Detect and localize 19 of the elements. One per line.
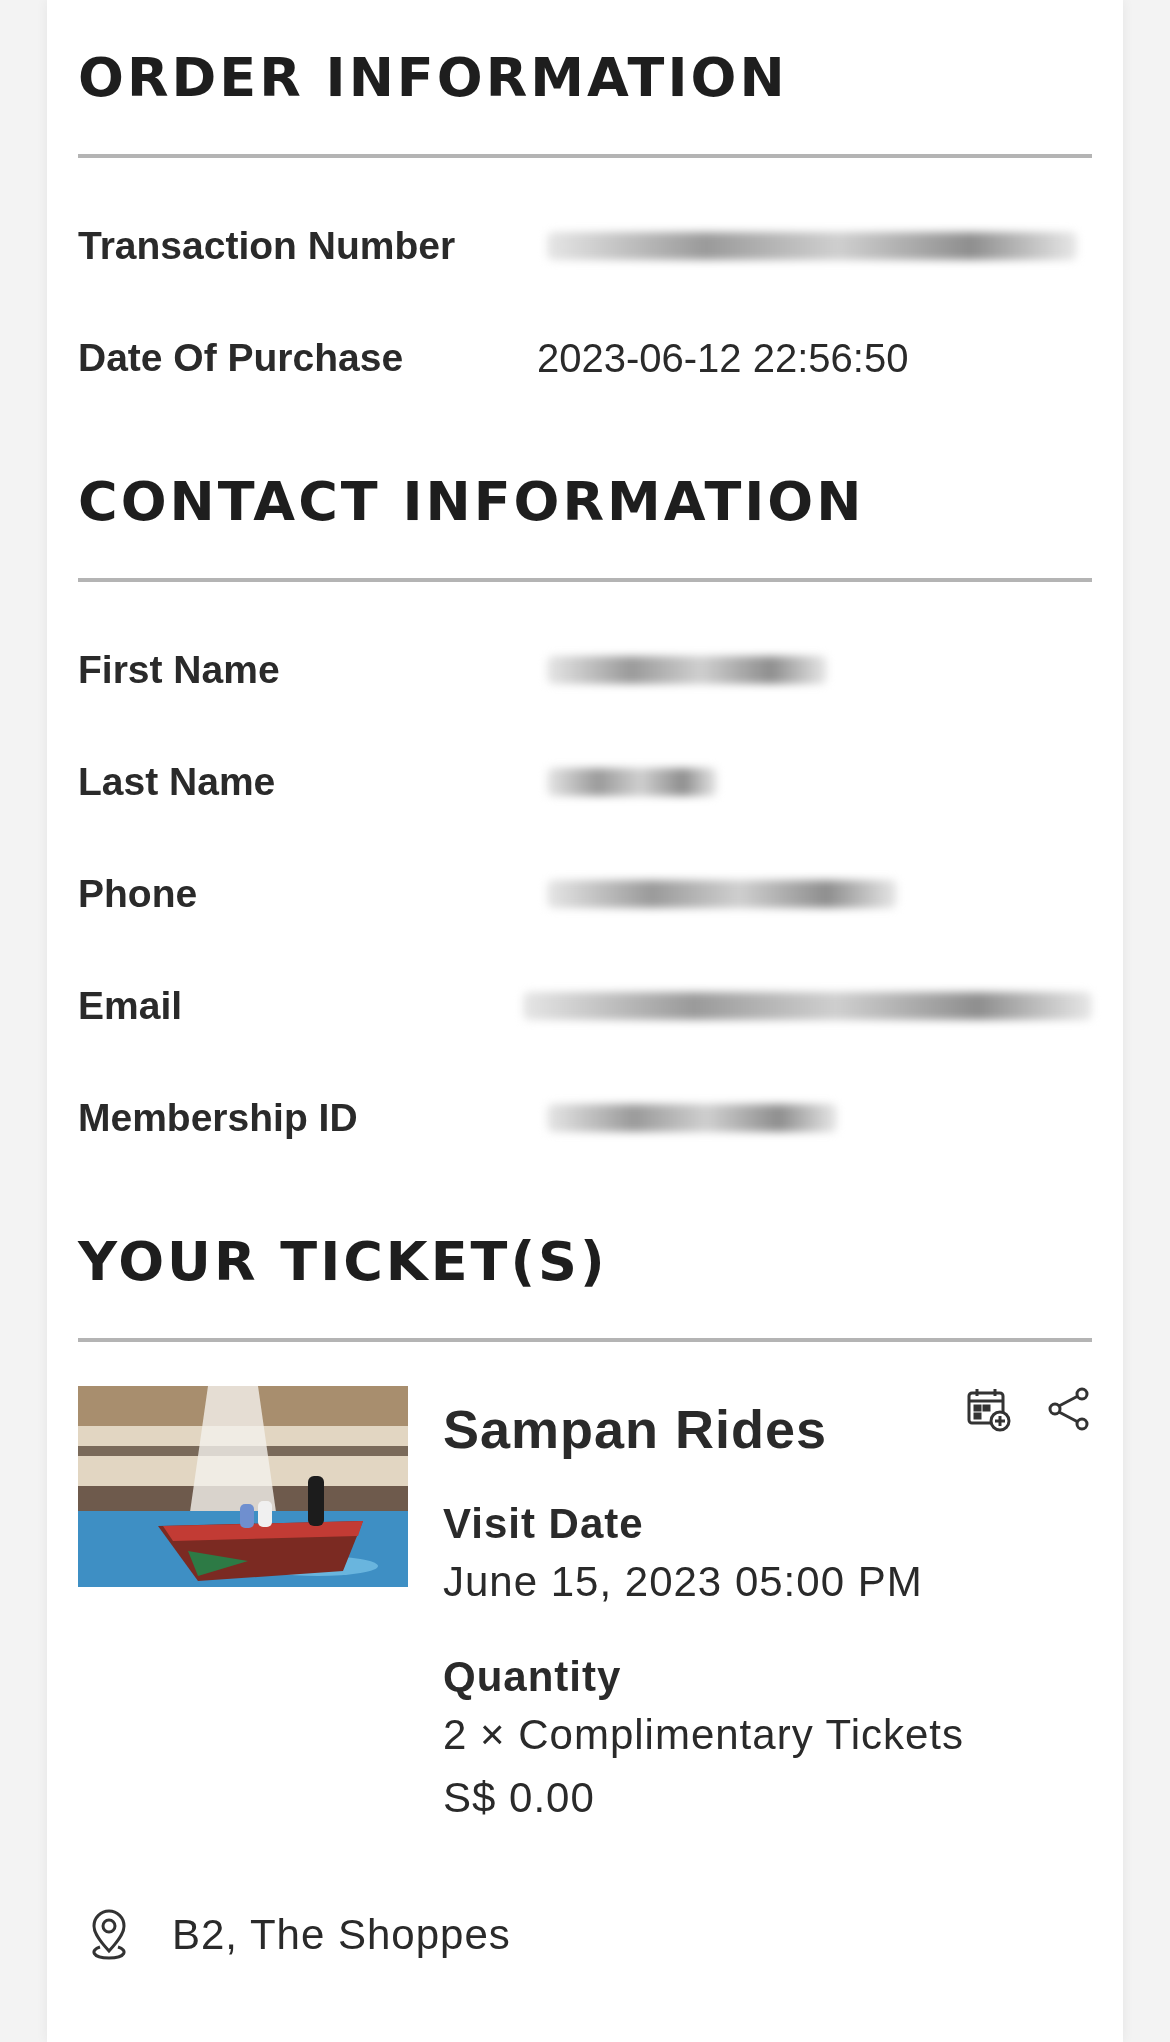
add-to-calendar-icon[interactable] bbox=[966, 1386, 1012, 1432]
field-label: Date Of Purchase bbox=[78, 336, 405, 380]
detail-value: June 15, 2023 05:00 PM bbox=[443, 1557, 924, 1607]
field-value: 2023-06-12 22:56:50 bbox=[537, 335, 909, 381]
field-label: Phone bbox=[78, 872, 199, 916]
section-heading: YOUR TICKET(S) bbox=[78, 1229, 609, 1295]
detail-value: 2 × Complimentary Tickets bbox=[443, 1710, 965, 1760]
field-label: Email bbox=[78, 984, 184, 1028]
detail-label: Quantity bbox=[443, 1652, 623, 1702]
field-label: Last Name bbox=[78, 760, 277, 804]
section-heading: ORDER INFORMATION bbox=[78, 45, 789, 111]
ticket-title: Sampan Rides bbox=[443, 1398, 828, 1460]
field-label: Membership ID bbox=[78, 1096, 359, 1140]
detail-label: Visit Date bbox=[443, 1499, 645, 1549]
field-label: Transaction Number bbox=[78, 224, 457, 268]
location-text: B2, The Shoppes bbox=[172, 1911, 511, 1959]
section-heading: CONTACT INFORMATION bbox=[78, 469, 866, 535]
detail-value: S$ 0.00 bbox=[443, 1773, 596, 1823]
field-label: First Name bbox=[78, 648, 281, 692]
